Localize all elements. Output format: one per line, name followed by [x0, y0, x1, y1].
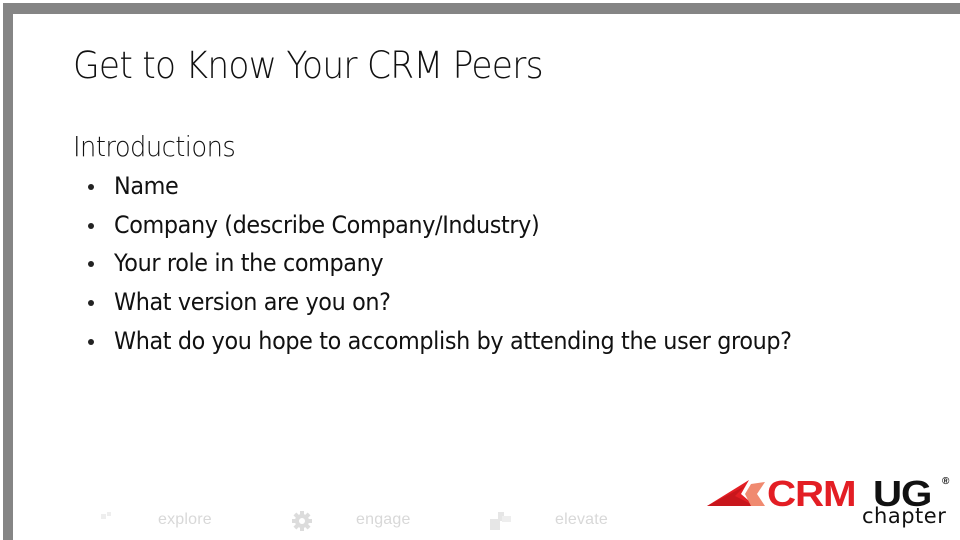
compass-icon — [101, 512, 111, 519]
crmug-chapter-logo: CRM UG ® chapter — [705, 474, 960, 536]
bullet-dot-icon — [88, 300, 94, 307]
footer-explore-label: explore — [158, 511, 212, 528]
slide-frame-left-bar — [3, 3, 13, 540]
registered-mark: ® — [942, 476, 950, 487]
bullet-item: Your role in the company — [88, 244, 843, 283]
slide-frame-top-bar — [3, 3, 960, 14]
swoosh-icon — [707, 480, 765, 506]
section-heading: Introductions — [73, 130, 236, 163]
bullet-dot-icon — [88, 261, 94, 268]
footer-elevate-label: elevate — [555, 511, 608, 528]
logo-chapter-text: chapter — [862, 504, 947, 528]
bullet-item: Company (describe Company/Industry) — [88, 206, 843, 245]
blocks-icon — [490, 512, 511, 530]
gear-icon — [292, 511, 312, 531]
bullet-dot-icon — [88, 222, 94, 229]
bullet-dot-icon — [88, 338, 94, 345]
bullet-item: What do you hope to accomplish by attend… — [88, 321, 843, 360]
footer-engage-label: engage — [356, 511, 411, 528]
bullet-dot-icon — [88, 184, 94, 191]
slide-title: Get to Know Your CRM Peers — [73, 44, 544, 87]
bullet-item: What version are you on? — [88, 283, 843, 322]
logo-crm-text: CRM — [767, 473, 857, 514]
bullet-list: Name Company (describe Company/Industry)… — [88, 167, 843, 360]
bullet-item: Name — [88, 167, 843, 206]
